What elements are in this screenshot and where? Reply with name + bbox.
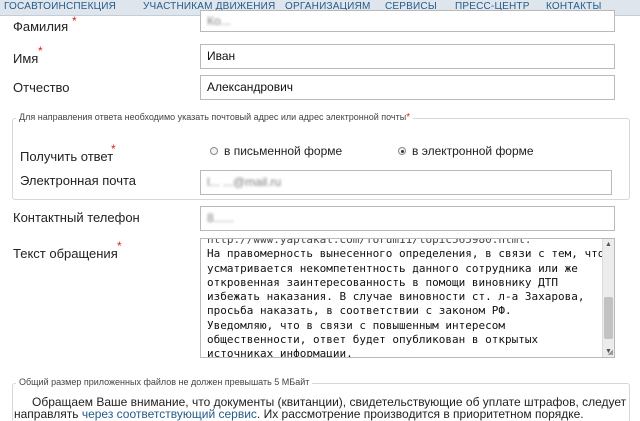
payment-service-link[interactable]: через соответствующий сервис [82,407,257,421]
message-line: Уведомляю, что в связи с повышенным инте… [207,318,506,332]
radio-written-form[interactable]: в письменной форме [210,144,343,158]
surname-value: Ко... [207,14,231,28]
first-name-label: Имя [13,51,39,66]
message-textarea[interactable]: http://www.yaplakal.com/forum11/topic565… [200,238,615,358]
message-line: источниках информации. [207,347,353,358]
surname-input[interactable]: Ко... [200,10,615,32]
message-text: http://www.yaplakal.com/forum11/topic565… [207,238,605,358]
first-name-input[interactable]: Иван [200,44,615,69]
message-line: На правомерность вынесенного определения… [207,247,605,261]
radio-electronic-form-label: в электронной форме [412,144,534,158]
radio-electronic-form[interactable]: в электронной форме [398,144,534,158]
message-label: Текст обращения [13,246,118,261]
receive-answer-label: Получить ответ [20,149,114,164]
message-first-line: http://www.yaplakal.com/forum11/topic565… [207,238,532,246]
message-line: усматривается некомпетентность данного с… [207,261,578,275]
surname-label: Фамилия [13,19,69,34]
phone-value: 8...... [207,211,234,225]
email-value: l... ...@mail.ru [207,175,282,189]
first-name-required-mark: * [38,44,43,58]
contact-legend-text: Для направления ответа необходимо указат… [19,112,407,122]
patronymic-input[interactable]: Александрович [200,75,615,100]
email-label: Электронная почта [20,173,137,188]
resize-grip-icon[interactable]: ◢ [608,349,613,356]
email-input[interactable]: l... ...@mail.ru [200,170,612,195]
note-line2-pre: направлять [14,407,82,421]
patronymic-label: Отчество [13,80,70,95]
phone-input[interactable]: 8...... [200,206,615,231]
message-required-mark: * [117,239,122,253]
message-line: общественности, ответ будет опубликован … [207,333,539,347]
contact-fieldset-legend: Для направления ответа необходимо указат… [16,112,414,123]
message-line: избежать наказания. В случае виновности … [207,290,585,304]
scroll-thumb[interactable] [604,297,613,339]
message-line: просьба наказать, в соответствии с закон… [207,304,512,318]
radio-unchecked-icon[interactable] [210,147,218,155]
radio-checked-icon[interactable] [398,147,406,155]
contact-legend-required-mark: * [406,112,411,123]
attachments-note-line2: направлять через соответствующий сервис.… [14,407,584,421]
scroll-up-arrow-icon[interactable]: ▲ [603,239,614,250]
phone-label: Контактный телефон [13,210,140,225]
message-scrollbar[interactable]: ▲ ▼ [602,239,614,357]
surname-required-mark: * [72,14,77,28]
patronymic-value: Александрович [207,80,294,94]
nav-item-gosavtoinspektsiya[interactable]: ГОСАВТОИНСПЕКЦИЯ [4,0,116,16]
receive-answer-required-mark: * [111,142,116,156]
note-line2-post: . Их рассмотрение производится в приорит… [256,407,584,421]
radio-written-form-label: в письменной форме [224,144,343,158]
first-name-value: Иван [207,49,236,63]
message-line: откровенная заинтересованность в помощи … [207,275,558,289]
attachments-legend: Общий размер приложенных файлов не долже… [16,377,313,387]
